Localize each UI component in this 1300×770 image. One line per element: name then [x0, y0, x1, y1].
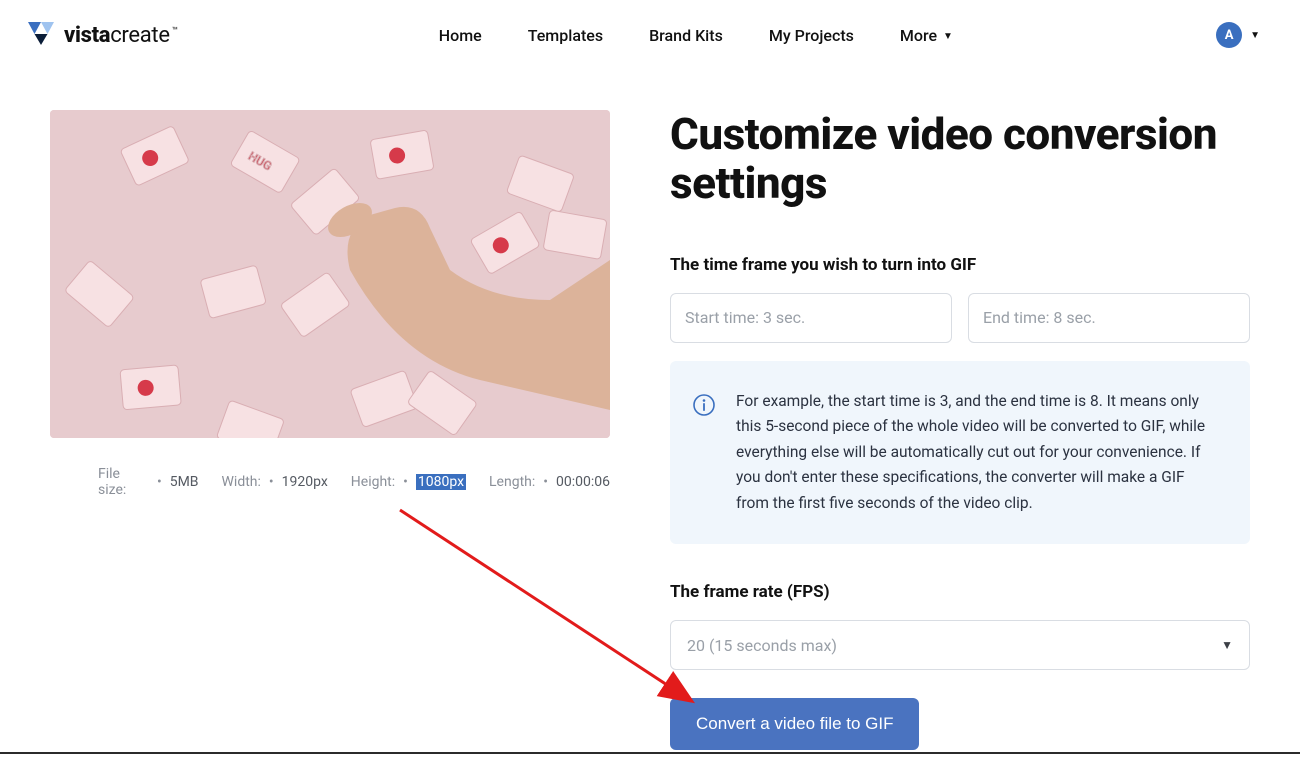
meta-length-value: 00:00:06 [556, 474, 610, 490]
info-icon [692, 393, 716, 517]
meta-height-label: Height: [351, 474, 395, 490]
timeframe-label: The time frame you wish to turn into GIF [670, 255, 1250, 275]
brand-wordmark: vistacreate™ [64, 23, 176, 48]
brand-logo[interactable]: vistacreate™ [28, 20, 176, 50]
timeframe-info-text: For example, the start time is 3, and th… [736, 389, 1220, 517]
start-time-input[interactable]: Start time: 3 sec. [670, 293, 952, 343]
nav-brand-kits[interactable]: Brand Kits [649, 26, 723, 45]
meta-width-value: 1920px [282, 474, 328, 490]
fps-label: The frame rate (FPS) [670, 582, 1250, 602]
fps-select[interactable]: 20 (15 seconds max) ▼ [670, 620, 1250, 670]
page-title: Customize video conversion settings [670, 110, 1250, 209]
preview-column: HUG [50, 110, 610, 750]
header: vistacreate™ Home Templates Brand Kits M… [0, 0, 1300, 70]
meta-filesize-label: File size: [98, 466, 149, 498]
timeframe-row: Start time: 3 sec. End time: 8 sec. [670, 293, 1250, 343]
nav-templates[interactable]: Templates [528, 26, 603, 45]
video-preview[interactable]: HUG [50, 110, 610, 438]
chevron-down-icon: ▼ [1250, 30, 1260, 41]
timeframe-info: For example, the start time is 3, and th… [670, 361, 1250, 545]
settings-column: Customize video conversion settings The … [670, 110, 1250, 750]
meta-height-value: 1080px [416, 474, 466, 490]
chevron-down-icon: ▼ [1221, 638, 1233, 652]
meta-width-label: Width: [222, 474, 261, 490]
footer-divider [0, 752, 1300, 754]
fps-selected-value: 20 (15 seconds max) [687, 636, 837, 655]
nav-home[interactable]: Home [439, 26, 482, 45]
nav-more[interactable]: More ▼ [900, 26, 953, 45]
annotation-arrow-icon [390, 500, 710, 720]
meta-length-label: Length: [489, 474, 535, 490]
logo-mark-icon [28, 20, 54, 50]
meta-filesize-value: 5MB [170, 474, 199, 490]
avatar: A [1216, 22, 1242, 48]
video-meta: File size: • 5MB Width: • 1920px Height:… [50, 466, 610, 498]
primary-nav: Home Templates Brand Kits My Projects Mo… [176, 26, 1216, 45]
user-menu[interactable]: A ▼ [1216, 22, 1260, 48]
chevron-down-icon: ▼ [943, 31, 953, 42]
main-content: HUG [0, 70, 1300, 770]
end-time-input[interactable]: End time: 8 sec. [968, 293, 1250, 343]
convert-button[interactable]: Convert a video file to GIF [670, 698, 919, 750]
nav-my-projects[interactable]: My Projects [769, 26, 854, 45]
